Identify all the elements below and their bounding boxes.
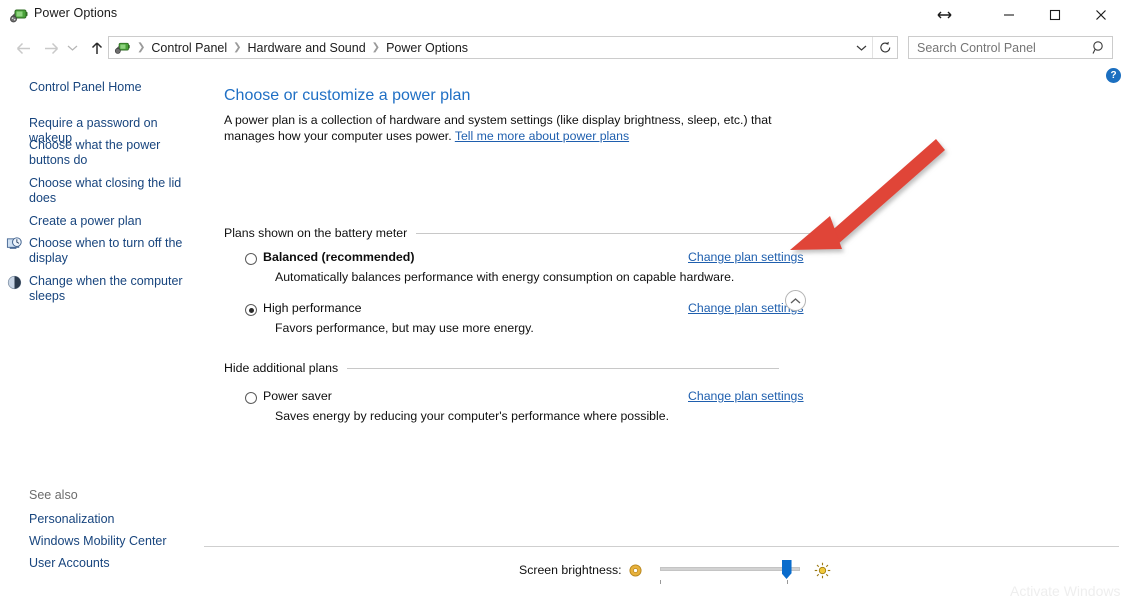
group-header-rule [347,367,779,369]
sidebar-item-control-panel-home[interactable]: Control Panel Home [29,80,201,95]
breadcrumb-separator: ❯ [137,42,146,53]
sidebar-item-choose-power-buttons[interactable]: Choose what the power buttons do [29,138,201,168]
brightness-slider[interactable] [659,560,800,584]
recent-locations-button[interactable] [62,35,82,61]
group-header-battery-plans: Plans shown on the battery meter [224,226,814,240]
main-content: Choose or customize a power plan A power… [205,68,1125,593]
minimize-button[interactable] [986,0,1032,30]
group-header-additional-plans: Hide additional plans [224,361,779,375]
up-arrow-icon [91,41,103,54]
navigation-bar: ❯ Control Panel ❯ Hardware and Sound ❯ P… [0,30,1125,65]
change-plan-settings-balanced[interactable]: Change plan settings [688,250,804,264]
close-button[interactable] [1078,0,1124,30]
chevron-up-icon[interactable] [785,290,806,311]
sun-icon [814,562,830,578]
tell-me-more-link[interactable]: Tell me more about power plans [455,129,629,143]
brightness-dial-icon [628,563,642,577]
slider-track[interactable] [659,567,800,571]
resize-handle-icon[interactable] [922,0,966,30]
plan-name-high-performance: High performance [263,301,362,315]
chevron-down-icon [67,45,77,51]
sidebar: Control Panel Home Require a password on… [0,68,205,593]
refresh-button[interactable] [872,37,897,58]
intro-paragraph: A power plan is a collection of hardware… [224,113,809,144]
sidebar-item-change-computer-sleeps[interactable]: Change when the computer sleeps [29,274,201,304]
slider-tick-max [786,580,788,584]
maximize-icon [1049,9,1061,21]
brightness-label: Screen brightness: [519,563,622,577]
see-also-label: See also [29,488,78,502]
minimize-icon [1004,14,1014,16]
bottom-divider [204,546,1119,547]
change-plan-settings-power-saver[interactable]: Change plan settings [688,389,804,403]
address-bar[interactable]: ❯ Control Panel ❯ Hardware and Sound ❯ P… [108,36,898,59]
sidebar-item-personalization[interactable]: Personalization [29,512,201,527]
breadcrumb-separator: ❯ [233,42,242,53]
back-button[interactable] [10,35,36,61]
sidebar-item-choose-turn-off-display[interactable]: Choose when to turn off the display [29,236,201,266]
breadcrumb-power-options[interactable]: Power Options [383,41,471,55]
forward-button[interactable] [38,35,64,61]
window-title-bar: Power Options [0,0,1125,31]
slider-thumb[interactable] [781,560,792,579]
plan-name-power-saver: Power saver [263,389,332,403]
plan-radio-power-saver[interactable] [245,392,257,404]
breadcrumb-hardware-and-sound[interactable]: Hardware and Sound [245,41,369,55]
plan-radio-high-performance[interactable] [245,304,257,316]
up-one-level-button[interactable] [84,35,110,61]
power-plug-battery-icon [10,9,28,23]
search-icon[interactable] [1092,40,1106,58]
back-arrow-icon [16,42,30,54]
monitor-clock-icon [6,237,22,249]
plan-description-balanced: Automatically balances performance with … [275,270,735,284]
moon-sleep-icon [7,275,22,290]
group-header-battery-label: Plans shown on the battery meter [224,226,408,240]
sidebar-item-create-power-plan[interactable]: Create a power plan [29,214,201,229]
plan-radio-balanced[interactable] [245,253,257,265]
chevron-up-glyph [790,297,801,303]
horizontal-resize-glyph [937,11,951,19]
plan-name-balanced: Balanced (recommended) [263,250,415,264]
sidebar-item-choose-closing-lid[interactable]: Choose what closing the lid does [29,176,201,206]
group-header-rule [416,232,814,234]
search-box[interactable] [908,36,1113,59]
group-header-additional-label: Hide additional plans [224,361,339,375]
maximize-button[interactable] [1032,0,1078,30]
forward-arrow-icon [44,42,58,54]
chevron-down-icon [856,45,866,51]
plan-description-high-performance: Favors performance, but may use more ene… [275,321,534,335]
breadcrumb-control-panel[interactable]: Control Panel [148,41,230,55]
refresh-icon [879,41,890,53]
slider-tick-min [659,580,661,584]
page-title: Choose or customize a power plan [224,87,471,104]
activation-watermark: Activate Windows [1010,583,1121,599]
address-dropdown-button[interactable] [850,37,872,58]
sidebar-item-windows-mobility-center[interactable]: Windows Mobility Center [29,534,201,549]
sidebar-item-user-accounts[interactable]: User Accounts [29,556,201,571]
search-input[interactable] [915,39,1084,56]
breadcrumb-separator: ❯ [371,42,381,53]
magnifier-glyph [1092,41,1103,54]
address-power-options-icon [114,42,130,54]
window-title: Power Options [34,6,118,20]
plan-description-power-saver: Saves energy by reducing your computer's… [275,409,669,423]
brightness-control: Screen brightness: [519,558,831,584]
close-icon [1096,10,1106,20]
